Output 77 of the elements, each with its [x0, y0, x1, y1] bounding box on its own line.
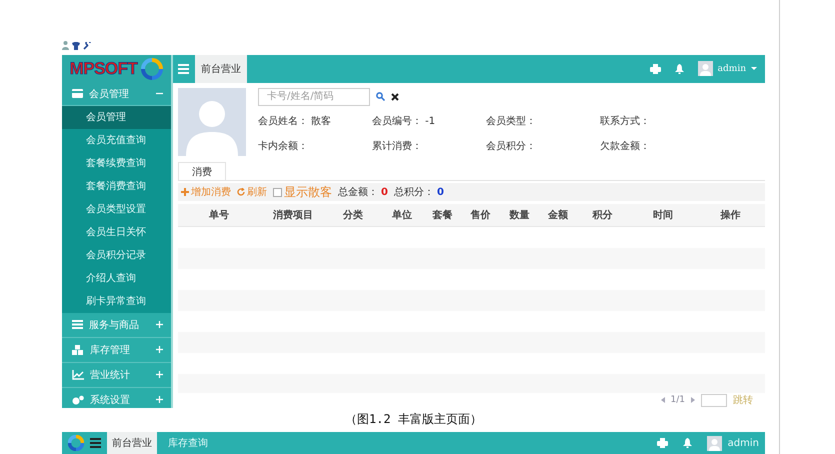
plus-icon	[156, 396, 163, 404]
next-icon[interactable]	[691, 397, 695, 404]
avatar-icon[interactable]	[706, 436, 722, 450]
ring-logo-icon	[141, 58, 164, 80]
person-icon	[62, 41, 69, 50]
member-field: 会员积分：	[486, 138, 600, 153]
sidebar-group[interactable]: 营业统计	[62, 362, 171, 388]
figure-caption: （图1.2 丰富版主页面）	[345, 410, 482, 428]
sidebar-item[interactable]: 会员充值查询	[62, 128, 171, 152]
nav-tab[interactable]: 库存查询	[163, 432, 213, 454]
nav-tab[interactable]: 前台营业	[195, 54, 247, 83]
checkbox[interactable]	[273, 188, 282, 197]
column-header: 操作	[719, 208, 742, 222]
plus-icon	[181, 188, 189, 196]
member-field: 联系方式：	[600, 114, 714, 128]
member-field: 会员编号： -1	[372, 114, 486, 128]
sidebar-item[interactable]: 刷卡异常查询	[62, 290, 171, 313]
user-name[interactable]: admin	[728, 438, 759, 448]
add-button[interactable]: 增加消费	[181, 185, 231, 200]
column-header: 售价	[470, 208, 492, 222]
plus-icon	[156, 346, 163, 354]
shirt-icon	[72, 42, 80, 50]
logo-text: MPSOFT	[70, 58, 138, 79]
previous-icon[interactable]	[660, 397, 665, 404]
sidebar-item[interactable]: 会员积分记录	[62, 244, 171, 267]
total-value: 0	[381, 186, 388, 198]
checkbox-label: 显示散客	[284, 184, 332, 201]
cubes-icon	[72, 344, 84, 355]
member-field: 会员姓名： 散客	[258, 114, 372, 128]
user-name[interactable]: admin	[718, 64, 746, 74]
refresh-icon	[237, 188, 245, 196]
plus-icon	[156, 321, 163, 328]
card-icon	[72, 89, 83, 98]
column-header: 套餐	[432, 208, 454, 222]
total-value: 0	[436, 186, 444, 198]
chart-icon	[72, 370, 84, 380]
content-tab[interactable]: 消费	[178, 162, 226, 180]
list-icon	[72, 320, 83, 330]
member-field: 会员类型：	[486, 114, 600, 128]
menu-icon[interactable]	[90, 438, 101, 448]
sidebar-item[interactable]: 套餐续费查询	[62, 152, 171, 175]
column-header: 积分	[591, 208, 614, 222]
jump-link[interactable]: 跳转	[733, 393, 753, 408]
sidebar-item[interactable]: 会员类型设置	[62, 198, 171, 221]
total-label: 总金额：	[338, 186, 378, 200]
bell-icon[interactable]	[674, 64, 684, 74]
sidebar-group[interactable]: 服务与商品	[62, 312, 171, 338]
column-header: 金额	[547, 208, 569, 222]
sidebar-group[interactable]: 系统设置	[62, 388, 171, 408]
column-header: 时间	[652, 208, 674, 222]
avatar-icon[interactable]	[698, 61, 713, 76]
profile-picture-placeholder	[178, 88, 246, 156]
search-icon[interactable]	[376, 92, 385, 102]
close-icon[interactable]	[391, 92, 399, 101]
sidebar-item[interactable]: 会员生日关怀	[62, 220, 171, 244]
search-field[interactable]: 卡号/姓名/简码	[258, 88, 370, 106]
page-indicator: 1/1	[670, 395, 685, 406]
plus-icon	[156, 371, 163, 378]
sidebar-item[interactable]: 会员管理	[62, 106, 171, 129]
menu-icon[interactable]	[178, 64, 189, 74]
page-input[interactable]	[701, 394, 727, 407]
refresh-button[interactable]: 刷新	[237, 185, 267, 200]
nav-tab[interactable]: 前台营业	[107, 432, 157, 454]
sidebar-item[interactable]: 套餐消费查询	[62, 174, 171, 198]
member-field: 累计消费：	[372, 138, 486, 153]
member-field: 卡内余额：	[258, 138, 372, 153]
ring-logo-icon	[68, 435, 84, 451]
column-header: 分类	[342, 208, 364, 222]
sidebar-group[interactable]: 库存管理	[62, 338, 171, 363]
column-header: 单号	[208, 208, 230, 222]
column-header: 单位	[391, 208, 413, 222]
column-header: 数量	[508, 208, 530, 222]
total-label: 总积分：	[394, 186, 434, 200]
column-header: 消费项目	[272, 208, 314, 222]
member-field: 欠款金额：	[600, 138, 714, 153]
bell-icon[interactable]	[682, 438, 692, 448]
sidebar-item[interactable]: 介绍人查询	[62, 266, 171, 290]
